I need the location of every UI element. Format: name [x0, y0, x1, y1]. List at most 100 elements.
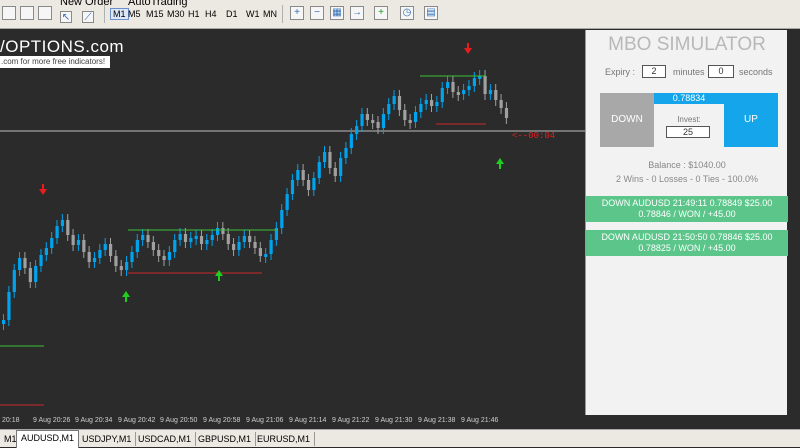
- trade-result: DOWN AUDUSD 21:49:11 0.78849 $25.00 0.78…: [586, 196, 788, 222]
- tab-audusd[interactable]: AUDUSD,M1: [16, 430, 80, 448]
- expiry-seconds-input[interactable]: 0: [708, 65, 734, 78]
- candle-body: [237, 242, 241, 250]
- timeframe-m5[interactable]: M5: [128, 9, 141, 19]
- tile-icon[interactable]: ▦: [330, 6, 344, 20]
- candle-body: [269, 240, 273, 254]
- trade-line-2: 0.78825 / WON / +45.00: [638, 243, 736, 253]
- candle-body: [135, 240, 139, 252]
- toolbar-icon-1[interactable]: [2, 6, 16, 20]
- timeframe-h4[interactable]: H4: [205, 9, 217, 19]
- candle-body: [39, 255, 43, 266]
- tab-usdjpy[interactable]: USDJPY,M1: [78, 432, 137, 446]
- stats-text: 2 Wins - 0 Losses - 0 Ties - 100.0%: [615, 174, 759, 184]
- candle-body: [419, 104, 423, 112]
- new-order-button[interactable]: New Order: [60, 0, 113, 8]
- invest-label: Invest:: [677, 115, 701, 124]
- candle-countdown: <--00:04: [512, 131, 556, 141]
- candle-body: [199, 236, 204, 244]
- candle-body: [365, 114, 369, 120]
- timeframe-m1[interactable]: M1: [110, 8, 129, 20]
- candle-body: [2, 320, 6, 324]
- down-button[interactable]: DOWN: [600, 93, 654, 147]
- expiry-label: Expiry :: [605, 67, 636, 77]
- chart-tabs: M1 AUDUSD,M1 USDJPY,M1 USDCAD,M1 GBPUSD,…: [0, 429, 800, 448]
- zoom-in-icon[interactable]: +: [290, 6, 304, 20]
- candle-body: [189, 238, 193, 242]
- time-label: 20:18: [2, 417, 20, 424]
- price-chart[interactable]: /OPTIONS.com .com for more free indicato…: [0, 30, 585, 415]
- candle-body: [472, 78, 476, 86]
- time-label: 9 Aug 21:46: [461, 417, 499, 424]
- candle-body: [226, 234, 230, 244]
- candle-body: [34, 266, 38, 282]
- candlestick-chart: [0, 43, 585, 406]
- candle-body: [376, 122, 380, 128]
- candle-body: [280, 210, 284, 228]
- periods-icon[interactable]: ◷: [400, 6, 414, 20]
- candle-body: [71, 235, 75, 245]
- candle-body: [296, 170, 300, 180]
- simulator-panel: MBO SIMULATOR Expiry : 2 minutes 0 secon…: [585, 30, 788, 415]
- timeframe-m15[interactable]: M15: [146, 9, 164, 19]
- candle-body: [312, 178, 316, 190]
- candle-body: [483, 76, 487, 94]
- candle-body: [499, 100, 503, 108]
- candle-body: [413, 112, 418, 122]
- candle-body: [28, 268, 32, 282]
- time-label: 9 Aug 21:30: [375, 417, 413, 424]
- templates-icon[interactable]: ▤: [424, 6, 438, 20]
- trend-tool-icon[interactable]: ⟋: [82, 11, 94, 23]
- candle-body: [381, 114, 386, 128]
- candle-body: [221, 228, 225, 234]
- candle-body: [66, 220, 70, 235]
- candle-body: [285, 194, 289, 210]
- candle-body: [360, 114, 364, 126]
- arrow-tool-icon[interactable]: ↖: [60, 11, 72, 23]
- down-arrow-icon: [464, 48, 472, 54]
- auto-trading-button[interactable]: AutoTrading: [128, 0, 188, 8]
- expiry-minutes-input[interactable]: 2: [642, 65, 666, 78]
- indicators-icon[interactable]: +: [374, 6, 388, 20]
- candle-body: [355, 126, 359, 134]
- time-label: 9 Aug 20:26: [33, 417, 71, 424]
- candle-body: [248, 236, 252, 242]
- timeframe-d1[interactable]: D1: [226, 9, 238, 19]
- candle-body: [146, 235, 150, 242]
- candle-body: [183, 234, 188, 242]
- candle-body: [103, 244, 107, 250]
- timeframe-h1[interactable]: H1: [188, 9, 200, 19]
- toolbar: New Order AutoTrading ↖ ⟋ M1 M5 M15 M30 …: [0, 0, 800, 29]
- invest-input[interactable]: 25: [666, 126, 710, 138]
- up-button[interactable]: UP: [724, 93, 778, 147]
- candle-body: [76, 240, 81, 245]
- toolbar-icon-3[interactable]: [38, 6, 52, 20]
- timeframe-w1[interactable]: W1: [246, 9, 260, 19]
- logo-subtitle[interactable]: .com for more free indicators!: [0, 56, 110, 68]
- candle-body: [92, 258, 97, 262]
- timeframe-m30[interactable]: M30: [167, 9, 185, 19]
- candle-body: [119, 266, 123, 270]
- candle-body: [258, 248, 262, 256]
- toolbar-icon-2[interactable]: [20, 6, 34, 20]
- candle-body: [290, 180, 295, 194]
- current-price: 0.78834: [654, 93, 724, 104]
- candle-body: [504, 108, 509, 118]
- time-label: 9 Aug 20:58: [203, 417, 241, 424]
- seconds-label: seconds: [739, 67, 773, 77]
- candle-body: [205, 240, 209, 244]
- candle-body: [488, 90, 493, 94]
- candle-body: [167, 252, 172, 260]
- candle-body: [456, 92, 460, 95]
- candle-body: [12, 270, 16, 292]
- tab-eurusd[interactable]: EURUSD,M1: [253, 432, 316, 446]
- zoom-out-icon[interactable]: −: [310, 6, 324, 20]
- tab-usdcad[interactable]: USDCAD,M1: [134, 432, 197, 446]
- candle-body: [60, 220, 65, 226]
- candle-body: [392, 96, 396, 104]
- timeframe-mn[interactable]: MN: [263, 9, 277, 19]
- candle-body: [18, 258, 22, 270]
- tab-gbpusd[interactable]: GBPUSD,M1: [194, 432, 257, 446]
- scroll-icon[interactable]: →: [350, 6, 364, 20]
- candle-body: [210, 235, 214, 240]
- candle-body: [194, 236, 198, 239]
